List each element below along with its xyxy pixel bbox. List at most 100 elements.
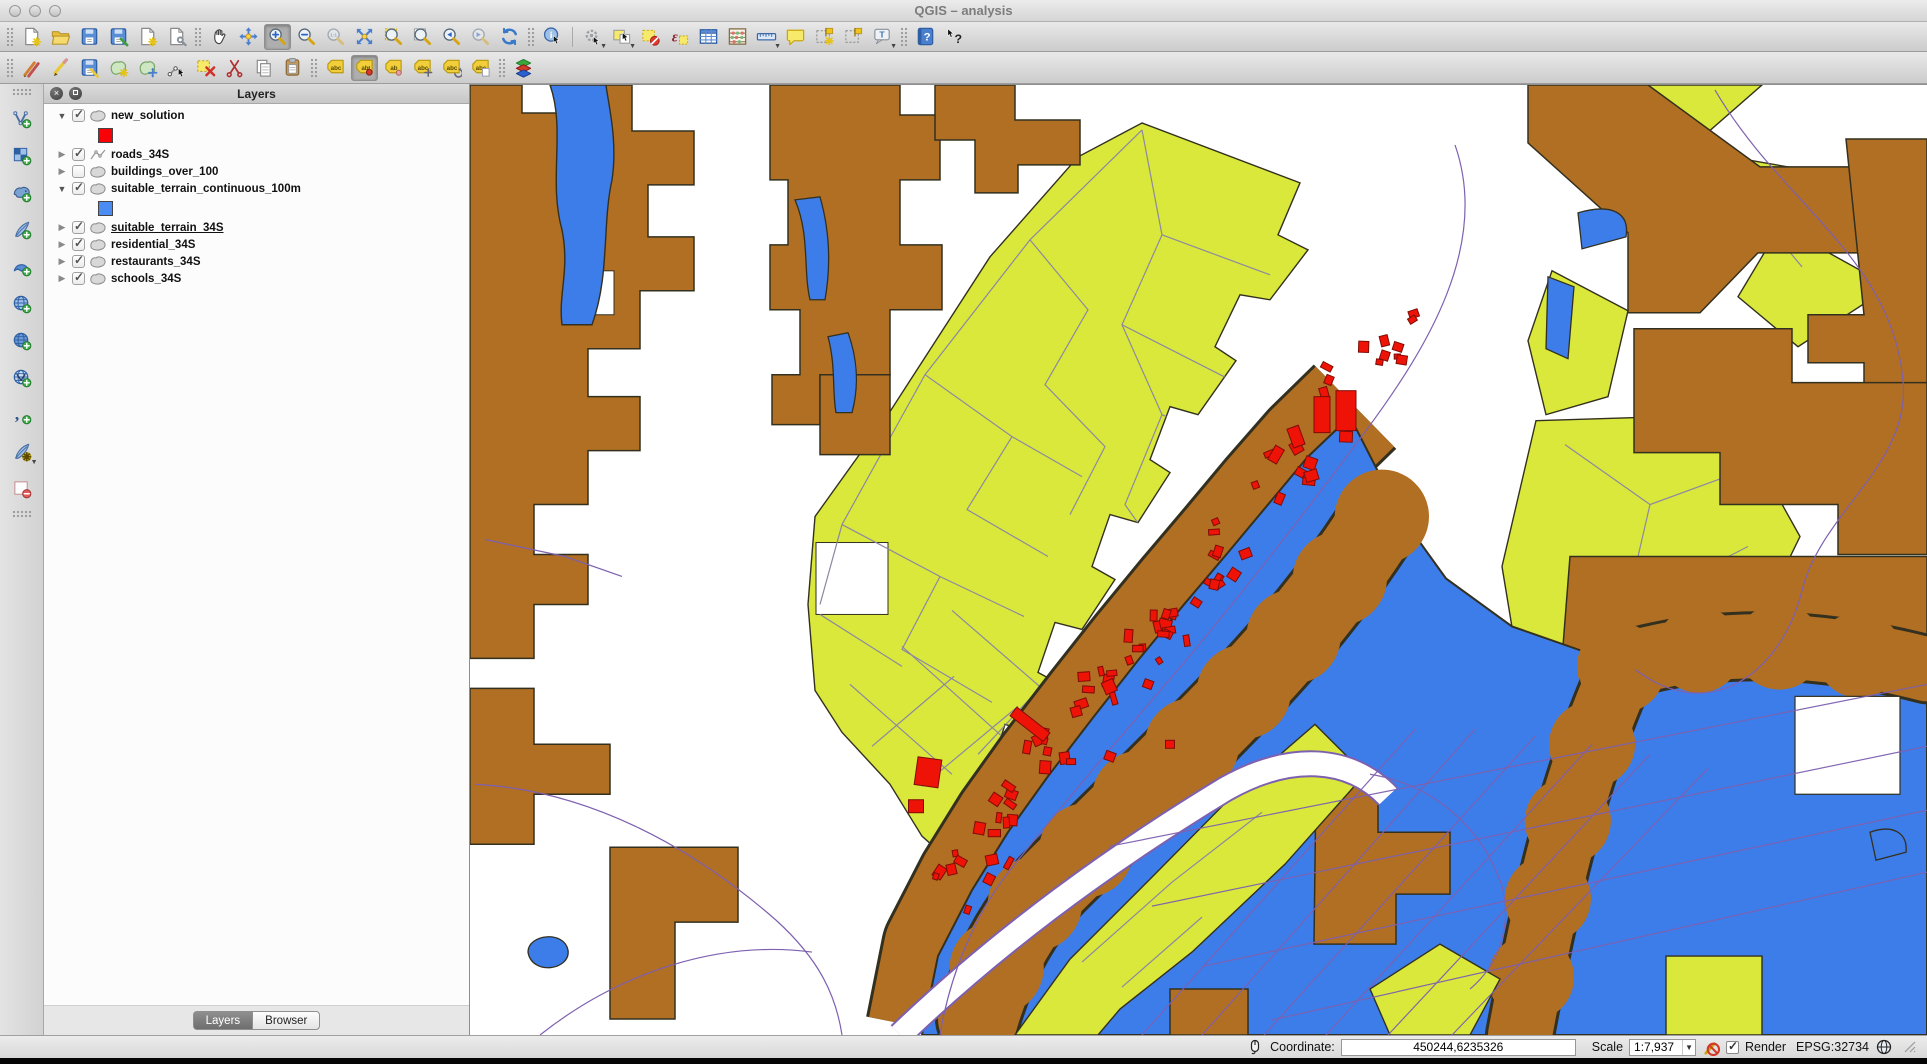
- add-spatialite-layer-icon[interactable]: [7, 214, 37, 244]
- select-features-icon[interactable]: ▼: [608, 24, 635, 50]
- zoom-out-icon[interactable]: [293, 24, 320, 50]
- zoom-window-button[interactable]: [49, 5, 61, 17]
- composer-manager-icon[interactable]: [163, 24, 190, 50]
- layer-row[interactable]: ▶ residential_34S: [44, 236, 469, 253]
- layer-visibility-checkbox[interactable]: [72, 165, 85, 178]
- save-project-as-icon[interactable]: [105, 24, 132, 50]
- zoom-in-icon[interactable]: [264, 24, 291, 50]
- remove-layer-icon[interactable]: [7, 473, 37, 503]
- processing-icon[interactable]: [510, 55, 537, 81]
- pin-labels-icon[interactable]: ab: [351, 55, 378, 81]
- layer-expand-arrow[interactable]: ▶: [56, 222, 68, 233]
- move-feature-icon[interactable]: [134, 55, 161, 81]
- map-canvas[interactable]: [470, 84, 1927, 1035]
- whats-this-icon[interactable]: ?: [941, 24, 968, 50]
- change-label-icon[interactable]: abc: [467, 55, 494, 81]
- open-project-icon[interactable]: [47, 24, 74, 50]
- save-project-icon[interactable]: [76, 24, 103, 50]
- layer-expand-arrow[interactable]: ▶: [56, 256, 68, 267]
- new-project-icon[interactable]: [18, 24, 45, 50]
- stop-render-icon[interactable]: [1702, 1038, 1720, 1056]
- layer-name[interactable]: residential_34S: [111, 239, 195, 251]
- add-raster-layer-icon[interactable]: [7, 140, 37, 170]
- node-tool-icon[interactable]: [163, 55, 190, 81]
- run-feature-action-icon[interactable]: ▼: [579, 24, 606, 50]
- layer-visibility-checkbox[interactable]: [72, 221, 85, 234]
- layer-row[interactable]: ▶ suitable_terrain_34S: [44, 219, 469, 236]
- layer-row[interactable]: ▼ suitable_terrain_continuous_100m: [44, 180, 469, 197]
- panel-close-button[interactable]: ×: [50, 87, 63, 100]
- save-layer-edits-icon[interactable]: [76, 55, 103, 81]
- copy-features-icon[interactable]: [250, 55, 277, 81]
- mouse-position-icon[interactable]: [1246, 1038, 1264, 1056]
- layer-row[interactable]: ▶ restaurants_34S: [44, 253, 469, 270]
- scale-dropdown-arrow[interactable]: ▼: [1682, 1040, 1695, 1055]
- label-icon[interactable]: abc: [322, 55, 349, 81]
- layer-row[interactable]: ▶buildings_over_100: [44, 163, 469, 180]
- select-by-expression-icon[interactable]: ε: [666, 24, 693, 50]
- refresh-map-icon[interactable]: [496, 24, 523, 50]
- layer-row[interactable]: ▶ roads_34S: [44, 146, 469, 163]
- crs-globe-icon[interactable]: [1875, 1038, 1893, 1056]
- layer-visibility-checkbox[interactable]: [72, 238, 85, 251]
- show-bookmarks-icon[interactable]: [840, 24, 867, 50]
- zoom-to-selection-icon[interactable]: [380, 24, 407, 50]
- layer-expand-arrow[interactable]: ▶: [56, 149, 68, 160]
- layer-name[interactable]: suitable_terrain_34S: [111, 222, 224, 234]
- new-bookmark-icon[interactable]: [811, 24, 838, 50]
- layer-row[interactable]: ▼ new_solution: [44, 107, 469, 124]
- resize-grip[interactable]: [1901, 1038, 1919, 1056]
- layer-visibility-checkbox[interactable]: [72, 182, 85, 195]
- add-delimited-text-icon[interactable]: ,: [7, 399, 37, 429]
- zoom-to-layer-icon[interactable]: [409, 24, 436, 50]
- coordinate-input[interactable]: [1341, 1039, 1576, 1056]
- layer-expand-arrow[interactable]: ▼: [56, 111, 68, 121]
- layer-visibility-checkbox[interactable]: [72, 255, 85, 268]
- render-checkbox[interactable]: [1726, 1041, 1739, 1054]
- pan-to-selection-icon[interactable]: [235, 24, 262, 50]
- highlight-labels-icon[interactable]: ab: [380, 55, 407, 81]
- measure-icon[interactable]: ▼: [753, 24, 780, 50]
- add-wcs-layer-icon[interactable]: [7, 325, 37, 355]
- add-postgis-layer-icon[interactable]: [7, 177, 37, 207]
- layer-name[interactable]: roads_34S: [111, 149, 169, 161]
- add-feature-icon[interactable]: [105, 55, 132, 81]
- close-window-button[interactable]: [9, 5, 21, 17]
- attribute-table-icon[interactable]: [695, 24, 722, 50]
- statistical-summary-icon[interactable]: [724, 24, 751, 50]
- pan-map-icon[interactable]: [206, 24, 233, 50]
- tab-layers[interactable]: Layers: [193, 1011, 253, 1030]
- layer-visibility-checkbox[interactable]: [72, 272, 85, 285]
- tab-browser[interactable]: Browser: [252, 1011, 320, 1030]
- panel-float-button[interactable]: [69, 87, 82, 100]
- add-wms-layer-icon[interactable]: [7, 288, 37, 318]
- layer-expand-arrow[interactable]: ▼: [56, 184, 68, 194]
- identify-features-icon[interactable]: i: [539, 24, 566, 50]
- text-annotation-icon[interactable]: T▼: [869, 24, 896, 50]
- current-edits-icon[interactable]: [18, 55, 45, 81]
- layer-expand-arrow[interactable]: ▶: [56, 239, 68, 250]
- layer-visibility-checkbox[interactable]: [72, 148, 85, 161]
- layer-visibility-checkbox[interactable]: [72, 109, 85, 122]
- delete-selected-icon[interactable]: [192, 55, 219, 81]
- cut-features-icon[interactable]: [221, 55, 248, 81]
- layer-expand-arrow[interactable]: ▶: [56, 273, 68, 284]
- minimize-window-button[interactable]: [29, 5, 41, 17]
- layer-name[interactable]: buildings_over_100: [111, 166, 218, 178]
- add-wfs-layer-icon[interactable]: [7, 362, 37, 392]
- add-vector-layer-icon[interactable]: [7, 103, 37, 133]
- new-composer-icon[interactable]: [134, 24, 161, 50]
- move-label-icon[interactable]: abc: [409, 55, 436, 81]
- layer-name[interactable]: schools_34S: [111, 273, 181, 285]
- deselect-features-icon[interactable]: [637, 24, 664, 50]
- layer-name[interactable]: suitable_terrain_continuous_100m: [111, 183, 301, 195]
- map-tips-icon[interactable]: [782, 24, 809, 50]
- paste-features-icon[interactable]: [279, 55, 306, 81]
- layer-name[interactable]: new_solution: [111, 110, 184, 122]
- new-shapefile-layer-icon[interactable]: ▼: [7, 436, 37, 466]
- layer-name[interactable]: restaurants_34S: [111, 256, 201, 268]
- zoom-last-icon[interactable]: [438, 24, 465, 50]
- scale-input[interactable]: [1630, 1040, 1682, 1055]
- toggle-editing-icon[interactable]: [47, 55, 74, 81]
- add-mssql-layer-icon[interactable]: [7, 251, 37, 281]
